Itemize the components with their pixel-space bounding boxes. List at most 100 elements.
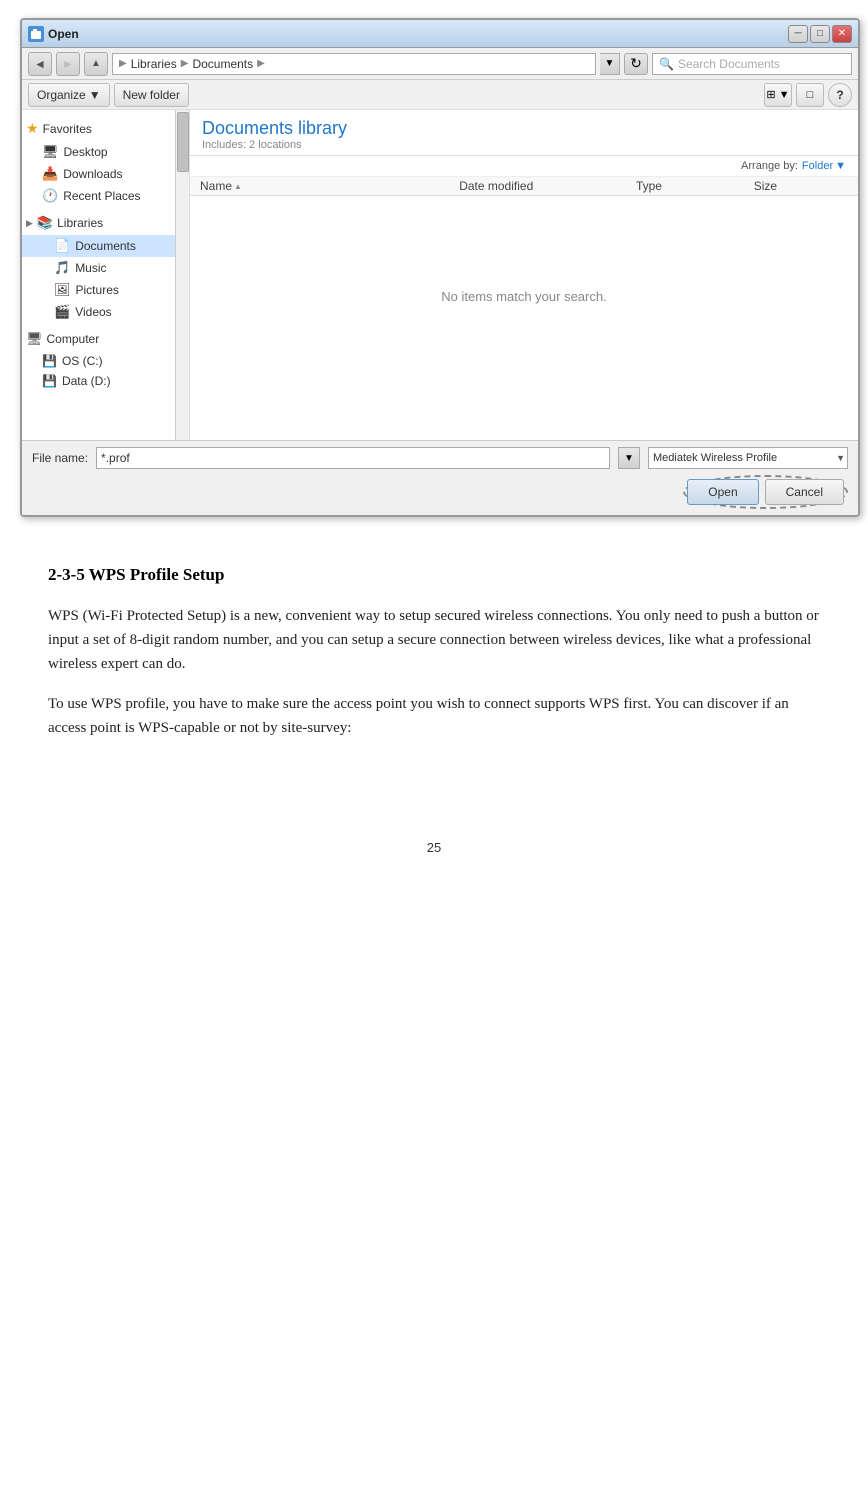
filetype-value: Mediatek Wireless Profile [653,452,777,464]
path-arrow: ▶ [119,58,127,69]
col-name-label: Name [200,179,232,193]
libraries-group[interactable]: ▶ 📚 Libraries [22,211,189,235]
content-header: Documents library Includes: 2 locations [190,110,858,156]
buttons-row: Open Cancel [32,475,848,509]
desktop-label: Desktop [64,145,108,159]
up-button[interactable]: ▲ [84,52,108,76]
document-content: 2-3-5 WPS Profile Setup WPS (Wi-Fi Prote… [20,525,848,780]
organize-label: Organize [37,88,86,102]
music-icon: 🎵 [54,260,70,276]
views-icon: ⊞ ▼ [766,88,789,101]
downloads-folder-icon: 📥 [42,166,58,182]
forward-button[interactable]: ► [56,52,80,76]
drive-c-icon: 💾 [42,354,57,368]
filename-label: File name: [32,451,88,465]
recent-places-label: Recent Places [63,189,140,203]
data-d-label: Data (D:) [62,374,111,388]
libraries-expand-icon: ▶ [26,218,33,229]
window-controls: ─ □ ✕ [788,25,852,43]
dashed-circle-decoration: Open Cancel [683,475,848,509]
libraries-section: ▶ 📚 Libraries 📄 Documents 🎵 Music 🖼 Pict… [22,209,189,325]
file-open-dialog: Open ─ □ ✕ ◄ ► ▲ ▶ Libraries ▶ Documents… [20,18,860,517]
window-icon [28,26,44,42]
sidebar-item-pictures[interactable]: 🖼 Pictures [22,279,189,301]
favorites-label: Favorites [43,122,92,136]
col-date-label: Date modified [459,179,533,193]
help-button[interactable]: ? [828,83,852,107]
pictures-icon: 🖼 [54,282,71,298]
sidebar: ★ Favorites 🖥 Desktop 📥 Downloads 🕐 Rece… [22,110,190,440]
sidebar-scrollbar[interactable] [175,110,189,440]
search-box[interactable]: 🔍 Search Documents [652,53,852,75]
filetype-select[interactable]: Mediatek Wireless Profile ▼ [648,447,848,469]
organize-button[interactable]: Organize ▼ [28,83,110,107]
library-title: Documents library [202,118,846,139]
address-bar: ◄ ► ▲ ▶ Libraries ▶ Documents ▶ ▼ ↻ 🔍 Se… [22,48,858,80]
organize-dropdown-icon: ▼ [89,88,101,102]
main-content: ★ Favorites 🖥 Desktop 📥 Downloads 🕐 Rece… [22,110,858,440]
sidebar-item-downloads[interactable]: 📥 Downloads [22,163,189,185]
sidebar-item-music[interactable]: 🎵 Music [22,257,189,279]
desktop-folder-icon: 🖥 [42,144,59,160]
favorites-star-icon: ★ [26,120,39,137]
arrange-value: Folder [802,160,833,172]
address-dropdown[interactable]: ▼ [600,53,620,75]
computer-section: 🖥 Computer 💾 OS (C:) 💾 Data (D:) [22,325,189,393]
title-bar-left: Open [28,26,79,42]
filetype-dropdown-icon: ▼ [836,453,845,463]
computer-icon: 🖥 [26,331,43,347]
documents-icon: 📄 [54,238,70,254]
search-placeholder: Search Documents [678,57,780,71]
sidebar-item-videos[interactable]: 🎬 Videos [22,301,189,323]
sidebar-item-data-d[interactable]: 💾 Data (D:) [22,371,189,391]
address-path-box[interactable]: ▶ Libraries ▶ Documents ▶ [112,53,596,75]
sidebar-scroll-thumb[interactable] [177,112,189,172]
window-view-button[interactable]: □ [796,83,824,107]
new-folder-label: New folder [123,88,180,102]
content-pane: Documents library Includes: 2 locations … [190,110,858,440]
new-folder-button[interactable]: New folder [114,83,189,107]
cancel-button[interactable]: Cancel [765,479,844,505]
page-number: 25 [20,840,848,855]
filename-input[interactable] [96,447,610,469]
arrange-bar: Arrange by: Folder ▼ [190,156,858,177]
col-sort-icon: ▲ [234,182,242,191]
title-bar: Open ─ □ ✕ [22,20,858,48]
videos-label: Videos [75,305,111,319]
close-button[interactable]: ✕ [832,25,852,43]
sidebar-item-documents[interactable]: 📄 Documents [22,235,189,257]
filename-dropdown[interactable]: ▼ [618,447,640,469]
col-header-date[interactable]: Date modified [459,179,636,193]
section-heading: 2-3-5 WPS Profile Setup [48,561,820,588]
minimize-button[interactable]: ─ [788,25,808,43]
empty-message: No items match your search. [441,289,606,304]
favorites-group[interactable]: ★ Favorites [22,116,189,141]
col-header-type[interactable]: Type [636,179,754,193]
refresh-button[interactable]: ↻ [624,53,648,75]
videos-icon: 🎬 [54,304,70,320]
computer-group[interactable]: 🖥 Computer [22,327,189,351]
arrange-dropdown[interactable]: Folder ▼ [802,160,846,172]
favorites-section: ★ Favorites 🖥 Desktop 📥 Downloads 🕐 Rece… [22,114,189,209]
window-title: Open [48,27,79,41]
bottom-bar: File name: ▼ Mediatek Wireless Profile ▼… [22,440,858,515]
window-icon: □ [807,89,814,101]
sidebar-item-recent-places[interactable]: 🕐 Recent Places [22,185,189,207]
computer-label: Computer [47,332,100,346]
arrange-chevron-icon: ▼ [835,160,846,172]
filename-row: File name: ▼ Mediatek Wireless Profile ▼ [32,447,848,469]
toolbar: Organize ▼ New folder ⊞ ▼ □ ? [22,80,858,110]
os-c-label: OS (C:) [62,354,103,368]
back-button[interactable]: ◄ [28,52,52,76]
view-button[interactable]: ⊞ ▼ [764,83,792,107]
col-header-size[interactable]: Size [754,179,848,193]
downloads-label: Downloads [63,167,122,181]
maximize-button[interactable]: □ [810,25,830,43]
libraries-label: Libraries [57,216,103,230]
open-button[interactable]: Open [687,479,758,505]
path-documents: Documents [192,57,253,71]
music-label: Music [75,261,106,275]
sidebar-item-desktop[interactable]: 🖥 Desktop [22,141,189,163]
col-header-name[interactable]: Name ▲ [200,179,459,193]
sidebar-item-os-c[interactable]: 💾 OS (C:) [22,351,189,371]
